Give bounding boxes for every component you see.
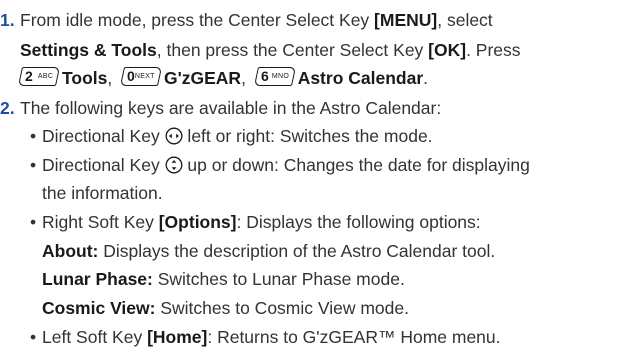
key-6-icon: 6 MNO bbox=[253, 67, 296, 86]
text: : Displays the following options: bbox=[236, 212, 481, 232]
bullet-continuation: the information. bbox=[42, 181, 163, 206]
up-down-arrows-icon bbox=[165, 156, 183, 174]
bullet: • bbox=[30, 327, 37, 347]
key-0-icon: 0 NEXT bbox=[119, 67, 163, 86]
bullet: • bbox=[30, 126, 37, 146]
text: . Press bbox=[466, 40, 521, 60]
home-key-label: [Home] bbox=[147, 327, 208, 347]
bullet: • bbox=[30, 155, 37, 175]
step-1-line-1: 1. From idle mode, press the Center Selec… bbox=[0, 8, 493, 33]
key-sub-label: NEXT bbox=[135, 73, 155, 80]
left-right-arrows-icon bbox=[165, 127, 183, 145]
key-sub-label: ABC bbox=[37, 73, 53, 80]
menu-key-label: [MENU] bbox=[374, 10, 438, 30]
settings-tools-label: Settings & Tools bbox=[20, 40, 157, 60]
text: , select bbox=[437, 10, 493, 30]
option-lunar-phase: Lunar Phase: Switches to Lunar Phase mod… bbox=[42, 267, 405, 292]
gzgear-label: G'zGEAR bbox=[163, 68, 242, 88]
text: The following keys are available in the … bbox=[20, 98, 442, 118]
step-number: 1. bbox=[0, 10, 15, 30]
option-cosmic-view: Cosmic View: Switches to Cosmic View mod… bbox=[42, 296, 409, 321]
key-main-label: 6 bbox=[260, 68, 269, 84]
astro-calendar-label: Astro Calendar bbox=[297, 68, 424, 88]
key-2-icon: 2 ABC bbox=[17, 67, 61, 86]
instructions-page: 1. From idle mode, press the Center Selec… bbox=[0, 0, 627, 364]
bullet-item: • Right Soft Key [Options]: Displays the … bbox=[30, 210, 481, 235]
text: , bbox=[241, 68, 246, 88]
text: up or down: Changes the date for display… bbox=[182, 155, 530, 175]
options-key-label: [Options] bbox=[158, 212, 237, 232]
bullet-item: • Directional Key up or down: Changes the… bbox=[30, 153, 530, 178]
text: Right Soft Key bbox=[42, 212, 159, 232]
option-term: Lunar Phase: bbox=[42, 269, 153, 289]
option-about: About: Displays the description of the A… bbox=[42, 239, 495, 264]
text: , bbox=[107, 68, 113, 88]
text: , then press the Center Select Key bbox=[156, 40, 429, 60]
text: left or right: Switches the mode. bbox=[182, 126, 433, 146]
bullet-item: • Left Soft Key [Home]: Returns to G'zGEA… bbox=[30, 325, 501, 350]
text: Switches to Cosmic View mode. bbox=[155, 298, 409, 318]
step-1-line-3: 2 ABC Tools, 0 NEXT G'zGEAR, 6 MNO Astro Calen… bbox=[17, 66, 429, 91]
step-number: 2. bbox=[0, 98, 15, 118]
bullet: • bbox=[30, 212, 37, 232]
step-1-line-2: Settings & Tools, then press the Center … bbox=[20, 38, 521, 63]
text: Directional Key bbox=[42, 155, 165, 175]
key-main-label: 2 bbox=[25, 68, 33, 84]
text: Displays the description of the Astro Ca… bbox=[98, 241, 496, 261]
option-term: About: bbox=[42, 241, 99, 261]
key-sub-label: MNO bbox=[271, 73, 289, 80]
text: Switches to Lunar Phase mode. bbox=[152, 269, 405, 289]
text: : Returns to G'zGEAR™ Home menu. bbox=[207, 327, 501, 347]
step-2-line-1: 2. The following keys are available in th… bbox=[0, 96, 441, 121]
option-term: Cosmic View: bbox=[42, 298, 156, 318]
text: From idle mode, press the Center Select … bbox=[20, 10, 375, 30]
bullet-item: • Directional Key left or right: Switches… bbox=[30, 124, 433, 149]
text: Directional Key bbox=[42, 126, 165, 146]
ok-key-label: [OK] bbox=[428, 40, 467, 60]
text: Left Soft Key bbox=[42, 327, 148, 347]
text: the information. bbox=[42, 183, 163, 203]
key-main-label: 0 bbox=[126, 68, 135, 84]
text: . bbox=[423, 68, 429, 88]
tools-label: Tools bbox=[62, 68, 108, 88]
